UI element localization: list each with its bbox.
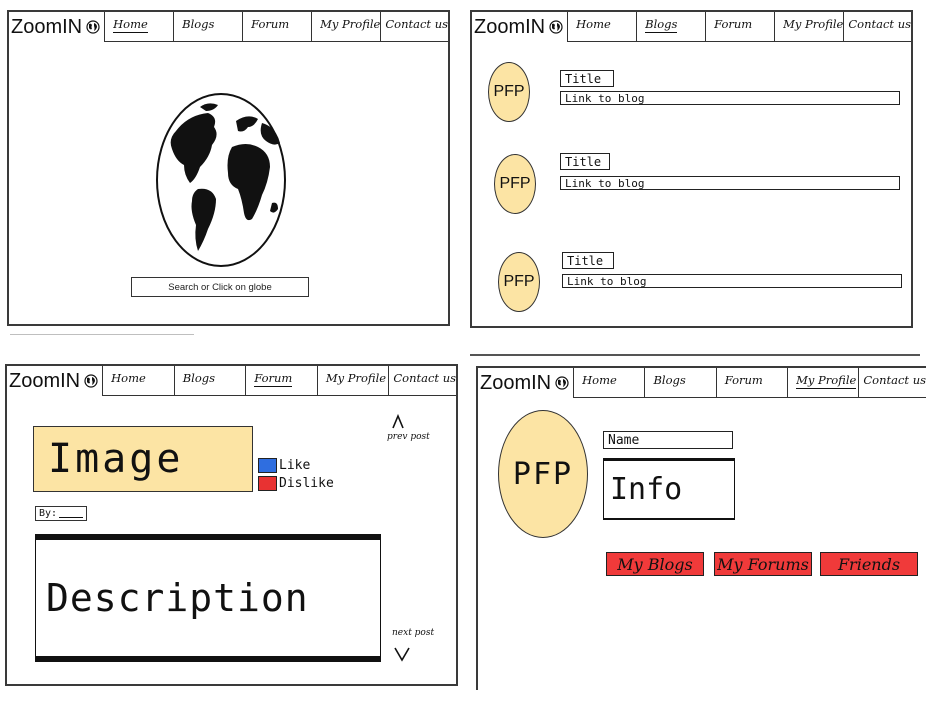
brand-name: ZoomIN [480, 371, 552, 394]
tab-my-profile[interactable]: My Profile [788, 368, 860, 397]
brand-name: ZoomIN [9, 369, 81, 392]
tab-my-profile[interactable]: My Profile [312, 12, 382, 41]
blogs-frame: ZoomIN Home Blogs Forum My Profile Conta… [470, 10, 913, 328]
search-placeholder: Search or Click on globe [168, 281, 272, 293]
home-navbar: ZoomIN Home Blogs Forum My Profile Conta… [9, 12, 448, 42]
blogs-navbar: ZoomIN Home Blogs Forum My Profile Conta… [472, 12, 911, 42]
profile-avatar[interactable]: PFP [498, 410, 588, 538]
brand-logo[interactable]: ZoomIN [478, 372, 573, 395]
tab-blogs[interactable]: Blogs [174, 12, 244, 41]
blog-title[interactable]: Title [560, 153, 610, 170]
tab-home[interactable]: Home [568, 12, 638, 41]
home-frame: ZoomIN Home Blogs Forum My Profile Conta… [7, 10, 450, 326]
blog-title[interactable]: Title [560, 70, 614, 87]
blog-title[interactable]: Title [562, 252, 614, 269]
chevron-down-icon[interactable] [393, 646, 411, 662]
profile-avatar-label: PFP [512, 456, 574, 492]
profile-name-field[interactable]: Name [603, 431, 733, 449]
brand-logo[interactable]: ZoomIN [472, 16, 567, 39]
profile-navbar: ZoomIN Home Blogs Forum My Profile Conta… [478, 368, 926, 398]
tab-blogs[interactable]: Blogs [645, 368, 717, 397]
tab-contact-us[interactable]: Contact us [389, 366, 456, 395]
tab-contact-us[interactable]: Contact us [859, 368, 926, 397]
tab-home[interactable]: Home [103, 366, 175, 395]
blog-link[interactable]: Link to blog [560, 91, 900, 105]
brand-name: ZoomIN [474, 15, 546, 38]
like-swatch [258, 458, 277, 473]
tab-home[interactable]: Home [574, 368, 646, 397]
blog-link[interactable]: Link to blog [560, 176, 900, 190]
description-label: Description [46, 576, 309, 620]
profile-top-rule [470, 354, 920, 356]
tab-forum[interactable]: Forum [243, 12, 313, 41]
like-label: Like [279, 458, 311, 473]
post-description: Description [35, 534, 381, 662]
blog-link[interactable]: Link to blog [562, 274, 902, 288]
post-image-label: Image [48, 436, 184, 482]
my-blogs-button[interactable]: My Blogs [606, 552, 704, 576]
tab-my-profile[interactable]: My Profile [318, 366, 390, 395]
profile-info-label: Info [610, 472, 683, 507]
next-post-label[interactable]: next post [392, 628, 434, 638]
forum-navbar: ZoomIN Home Blogs Forum My Profile Conta… [7, 366, 456, 396]
prev-post-label[interactable]: prev post [387, 432, 430, 442]
nav-tabs: Home Blogs Forum My Profile Contact us [102, 366, 456, 396]
globe-icon [86, 20, 100, 34]
nav-tabs: Home Blogs Forum My Profile Contact us [104, 12, 448, 42]
nav-tabs: Home Blogs Forum My Profile Contact us [567, 12, 911, 42]
tab-home[interactable]: Home [105, 12, 175, 41]
profile-info-field[interactable]: Info [603, 458, 735, 520]
brand-logo[interactable]: ZoomIN [9, 16, 104, 39]
blog-avatar[interactable]: PFP [488, 62, 530, 122]
tab-my-profile[interactable]: My Profile [775, 12, 845, 41]
blog-avatar[interactable]: PFP [494, 154, 536, 214]
blog-avatar[interactable]: PFP [498, 252, 540, 312]
nav-tabs: Home Blogs Forum My Profile Contact us [573, 368, 926, 398]
post-image: Image [33, 426, 253, 492]
author-underline [59, 509, 84, 518]
divider-line [10, 334, 194, 335]
tab-blogs[interactable]: Blogs [637, 12, 707, 41]
globe-icon [549, 20, 563, 34]
tab-forum[interactable]: Forum [246, 366, 318, 395]
brand-logo[interactable]: ZoomIN [7, 370, 102, 393]
tab-forum[interactable]: Forum [717, 368, 789, 397]
author-label: By: [39, 508, 58, 519]
author-field: By: [35, 506, 87, 521]
my-forums-button[interactable]: My Forums [714, 552, 812, 576]
forum-frame: ZoomIN Home Blogs Forum My Profile Conta… [5, 364, 458, 686]
tab-blogs[interactable]: Blogs [175, 366, 247, 395]
chevron-up-icon[interactable] [391, 414, 405, 430]
brand-name: ZoomIN [11, 15, 83, 38]
like-button[interactable]: Like [258, 458, 310, 473]
globe-icon [555, 376, 569, 390]
friends-button[interactable]: Friends [820, 552, 918, 576]
dislike-button[interactable]: Dislike [258, 476, 334, 491]
tab-contact-us[interactable]: Contact us [381, 12, 448, 41]
tab-forum[interactable]: Forum [706, 12, 776, 41]
search-input[interactable]: Search or Click on globe [131, 277, 309, 297]
world-globe-icon[interactable] [154, 91, 288, 269]
globe-icon [84, 374, 98, 388]
dislike-swatch [258, 476, 277, 491]
profile-frame: ZoomIN Home Blogs Forum My Profile Conta… [476, 366, 926, 690]
tab-contact-us[interactable]: Contact us [844, 12, 911, 41]
dislike-label: Dislike [279, 476, 334, 491]
